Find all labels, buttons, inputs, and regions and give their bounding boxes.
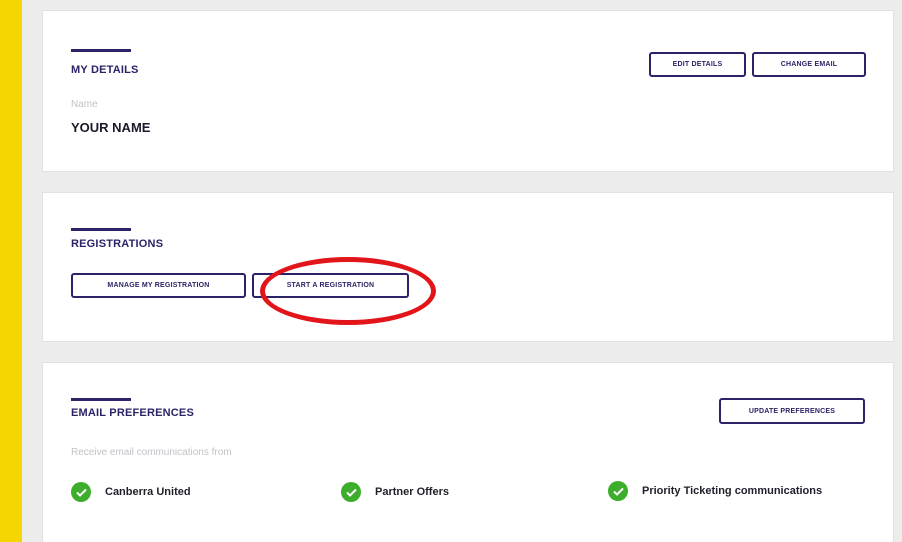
registrations-title: REGISTRATIONS bbox=[71, 238, 164, 250]
my-details-title: MY DETAILS bbox=[71, 64, 139, 76]
my-details-card: MY DETAILS EDIT DETAILS CHANGE EMAIL Nam… bbox=[42, 10, 894, 172]
registrations-card: REGISTRATIONS MANAGE MY REGISTRATION STA… bbox=[42, 192, 894, 342]
pref-canberra-united[interactable]: Canberra United bbox=[71, 482, 191, 502]
section-rule bbox=[71, 228, 131, 231]
check-circle-icon bbox=[71, 482, 91, 502]
pref-priority-ticketing[interactable]: Priority Ticketing communications bbox=[608, 481, 822, 501]
update-preferences-button[interactable]: UPDATE PREFERENCES bbox=[719, 398, 865, 424]
pref-label: Canberra United bbox=[105, 486, 191, 498]
email-preferences-card: EMAIL PREFERENCES UPDATE PREFERENCES Rec… bbox=[42, 362, 894, 542]
pref-partner-offers[interactable]: Partner Offers bbox=[341, 482, 449, 502]
name-label: Name bbox=[71, 99, 98, 110]
email-preferences-title: EMAIL PREFERENCES bbox=[71, 407, 194, 419]
pref-label: Priority Ticketing communications bbox=[642, 485, 823, 497]
manage-registration-button[interactable]: MANAGE MY REGISTRATION bbox=[71, 273, 246, 298]
section-rule bbox=[71, 49, 131, 52]
check-circle-icon bbox=[341, 482, 361, 502]
edit-details-button[interactable]: EDIT DETAILS bbox=[649, 52, 746, 77]
start-registration-button[interactable]: START A REGISTRATION bbox=[252, 273, 409, 298]
name-value: YOUR NAME bbox=[71, 120, 151, 135]
email-subtitle: Receive email communications from bbox=[71, 447, 232, 458]
section-rule bbox=[71, 398, 131, 401]
change-email-button[interactable]: CHANGE EMAIL bbox=[752, 52, 866, 77]
check-circle-icon bbox=[608, 481, 628, 501]
account-page: MY DETAILS EDIT DETAILS CHANGE EMAIL Nam… bbox=[22, 0, 902, 542]
pref-label: Partner Offers bbox=[375, 486, 449, 498]
